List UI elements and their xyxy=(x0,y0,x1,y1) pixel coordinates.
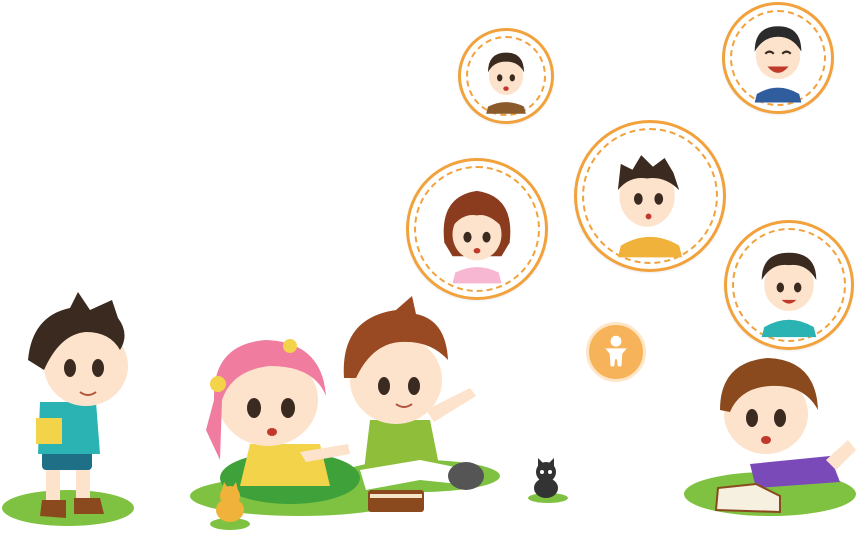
avatar-bubble-1[interactable] xyxy=(458,28,554,124)
avatar-bubble-5[interactable] xyxy=(724,220,854,350)
avatar-bubble-3[interactable] xyxy=(406,158,548,300)
grass-patch-left xyxy=(2,490,134,526)
boy-center-avatar-icon xyxy=(617,155,683,258)
boy-laughing-avatar-icon xyxy=(754,26,802,103)
avatar-bubble-2[interactable] xyxy=(722,2,834,114)
boy-avatar-icon xyxy=(486,52,526,114)
book xyxy=(368,490,424,512)
brown-haired-boy xyxy=(343,296,484,490)
girl-avatar-icon xyxy=(443,190,511,284)
boy-right-avatar-icon xyxy=(761,252,817,338)
standing-boy xyxy=(28,292,128,518)
avatar-bubble-4[interactable] xyxy=(574,120,726,272)
pink-haired-girl xyxy=(206,339,360,504)
black-cat xyxy=(534,458,558,498)
